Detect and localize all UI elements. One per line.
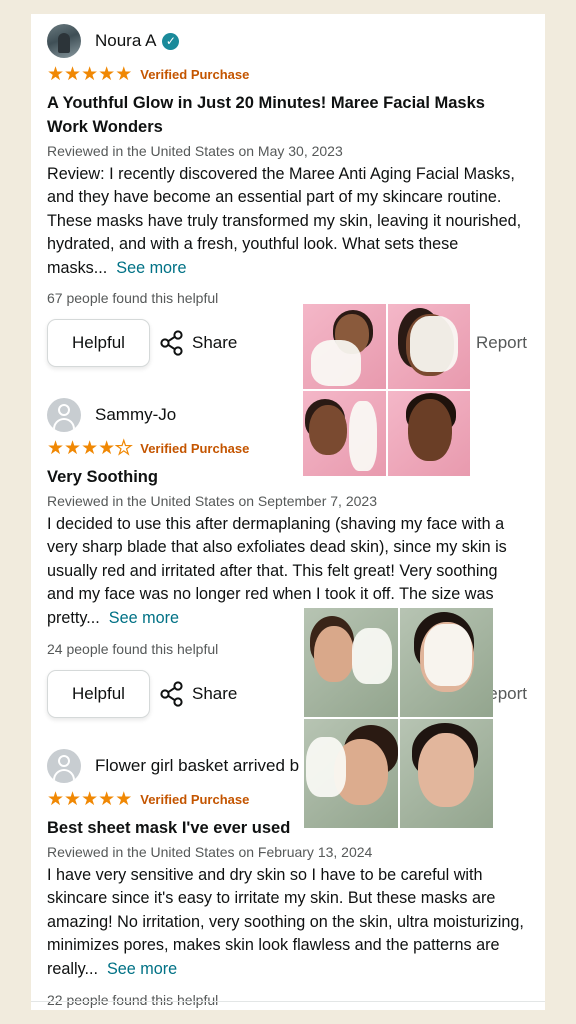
star-icon: ★ <box>47 788 65 810</box>
review-meta: Reviewed in the United States on May 30,… <box>47 143 343 159</box>
avatar[interactable] <box>47 398 81 432</box>
star-icon: ★ <box>81 437 99 459</box>
reviewer-row: Noura A ✓ <box>47 23 527 59</box>
share-label: Share <box>192 684 238 703</box>
star-icon: ★ <box>115 63 133 85</box>
reviewer-name[interactable]: Flower girl basket arrived b <box>95 756 299 776</box>
star-icon: ★ <box>64 437 82 459</box>
verified-purchase-label: Verified Purchase <box>140 66 250 82</box>
star-icon: ★ <box>81 788 99 810</box>
see-more-link[interactable]: See more <box>109 609 179 627</box>
product-image-collage-pink[interactable] <box>303 304 470 476</box>
product-photo <box>303 391 386 476</box>
divider <box>31 1001 545 1002</box>
report-link[interactable]: Report <box>476 333 527 353</box>
verified-check-icon: ✓ <box>162 32 180 50</box>
star-icon: ★ <box>98 63 116 85</box>
share-button[interactable]: Share <box>160 330 237 356</box>
review-meta: Reviewed in the United States on Februar… <box>47 844 373 860</box>
star-icon: ★ <box>98 788 116 810</box>
verified-purchase-label: Verified Purchase <box>140 791 250 807</box>
star-icon: ★ <box>47 63 65 85</box>
product-photo <box>387 391 470 476</box>
helpful-count: 24 people found this helpful <box>47 641 219 657</box>
product-photo <box>304 608 398 717</box>
share-icon <box>160 330 183 356</box>
avatar[interactable] <box>47 749 81 783</box>
avatar[interactable] <box>47 24 81 58</box>
review-body: Review: I recently discovered the Maree … <box>47 163 527 280</box>
share-icon <box>160 681 183 707</box>
see-more-link[interactable]: See more <box>116 259 186 277</box>
star-rating[interactable]: ★ ★ ★ ★ ★ <box>47 65 132 84</box>
product-photo <box>399 719 493 828</box>
review-title[interactable]: A Youthful Glow in Just 20 Minutes! Mare… <box>47 91 527 139</box>
review-1: Noura A ✓ ★ ★ ★ ★ ★ Verified Purchase A … <box>47 23 527 280</box>
share-button[interactable]: Share <box>160 681 237 707</box>
product-photo <box>399 608 493 717</box>
person-icon <box>58 404 70 416</box>
star-rating[interactable]: ★ ★ ★ ★ ★ <box>47 437 133 459</box>
product-photo <box>303 304 386 389</box>
review-meta: Reviewed in the United States on Septemb… <box>47 493 377 509</box>
star-icon: ★ <box>64 63 82 85</box>
helpful-count: 22 people found this helpful <box>47 992 219 1008</box>
rating-row: ★ ★ ★ ★ ★ Verified Purchase <box>47 63 527 85</box>
star-icon: ★ <box>98 437 116 459</box>
helpful-button[interactable]: Helpful <box>47 670 150 718</box>
product-photo <box>304 719 398 828</box>
person-icon <box>58 755 70 767</box>
verified-purchase-label: Verified Purchase <box>140 440 250 456</box>
star-icon: ★ <box>47 437 65 459</box>
reviews-card: Noura A ✓ ★ ★ ★ ★ ★ Verified Purchase A … <box>31 14 545 1010</box>
see-more-link[interactable]: See more <box>107 960 177 978</box>
helpful-button[interactable]: Helpful <box>47 319 150 367</box>
reviewer-name[interactable]: Sammy-Jo <box>95 405 176 425</box>
review-actions: Helpful Share <box>47 670 237 718</box>
star-icon: ★ <box>81 63 99 85</box>
review-body: I have very sensitive and dry skin so I … <box>47 864 527 981</box>
product-image-collage-sage[interactable] <box>304 608 493 828</box>
star-icon: ★ <box>115 788 133 810</box>
star-rating[interactable]: ★ ★ ★ ★ ★ <box>47 790 132 809</box>
review-actions: Helpful Share <box>47 319 237 367</box>
product-photo <box>387 304 470 389</box>
reviewer-name[interactable]: Noura A <box>95 31 156 51</box>
helpful-count: 67 people found this helpful <box>47 290 219 306</box>
star-empty-icon: ★ <box>115 437 133 459</box>
share-label: Share <box>192 333 238 352</box>
star-icon: ★ <box>64 788 82 810</box>
